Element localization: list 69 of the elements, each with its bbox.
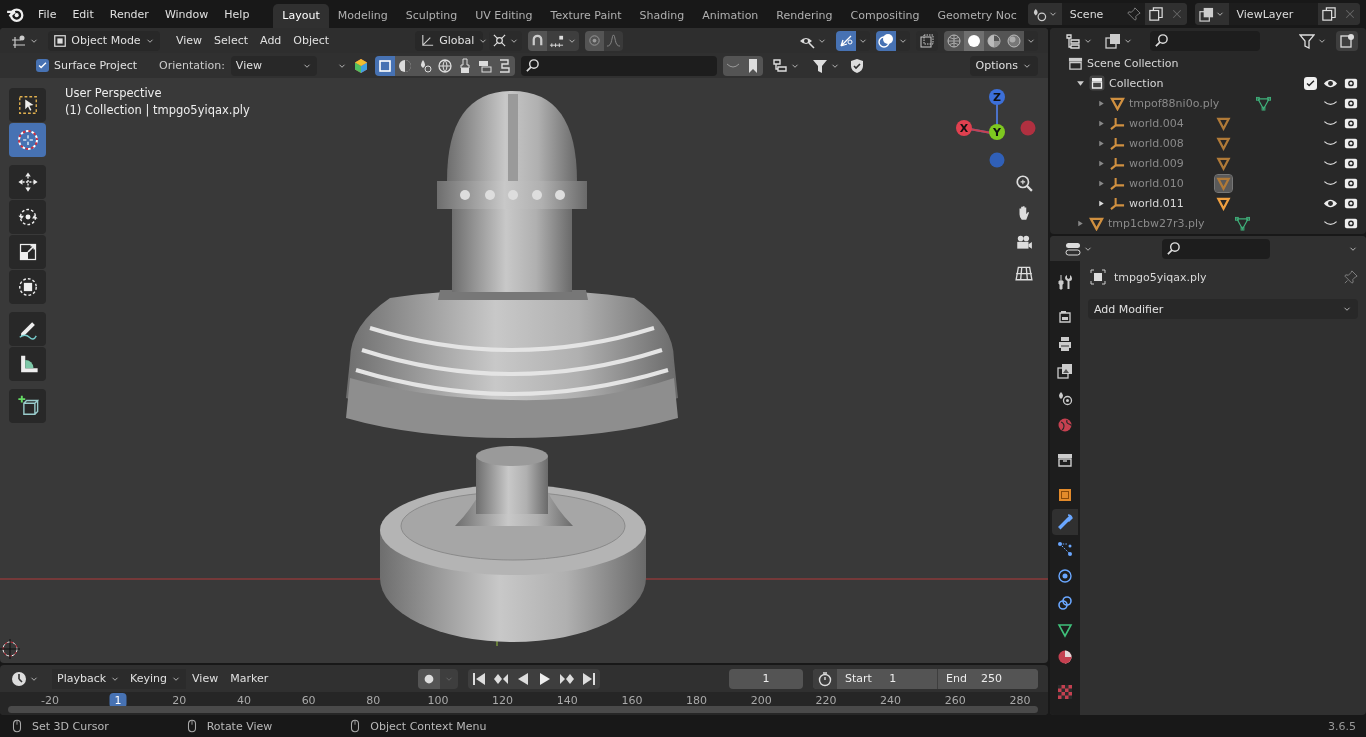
workspace-tab[interactable]: Texture Paint: [541, 4, 631, 28]
current-frame-field[interactable]: 1: [729, 668, 803, 689]
options-dropdown[interactable]: Options: [969, 55, 1038, 76]
axis-label: Y: [993, 126, 1001, 139]
menu-item[interactable]: View: [170, 34, 209, 47]
item-name[interactable]: world.009: [1129, 156, 1211, 170]
workspace-tab[interactable]: Sculpting: [396, 4, 467, 28]
axis-label: Z: [993, 91, 1001, 104]
menu-item[interactable]: Object: [287, 34, 336, 47]
workspace-tab[interactable]: UV Editing: [466, 4, 542, 28]
add-modifier-dropdown[interactable]: Add Modifier: [1088, 299, 1358, 319]
frame-label: 280: [1008, 693, 1032, 708]
menu-item[interactable]: Marker: [224, 668, 275, 689]
frame-label: 100: [426, 693, 450, 708]
menu-item[interactable]: Add: [254, 34, 288, 47]
frame-label: 220: [814, 693, 838, 708]
item-name[interactable]: world.011: [1129, 196, 1211, 210]
workspace-tab[interactable]: Animation: [693, 4, 768, 28]
frame-label: 160: [620, 693, 644, 708]
view-name: User Perspective: [65, 86, 163, 100]
frame-label: 200: [749, 693, 773, 708]
item-name[interactable]: world.010: [1129, 176, 1211, 190]
frame-label: -20: [40, 693, 60, 708]
menu-item[interactable]: Select: [208, 34, 255, 47]
axis-label: X: [959, 122, 969, 135]
menu-item[interactable]: View: [186, 668, 225, 689]
status-hint: Object Context Menu: [370, 719, 487, 733]
axis-gizmo[interactable]: Z X Y: [956, 89, 1036, 168]
orientation-dropdown[interactable]: View: [230, 55, 317, 76]
menu-item[interactable]: Edit: [64, 4, 102, 24]
frame-label: 240: [879, 693, 903, 708]
end-frame-field[interactable]: End 250: [937, 668, 1038, 689]
menu-dropdown[interactable]: Playback: [52, 668, 126, 689]
scene-field[interactable]: Scene: [1061, 3, 1123, 25]
workspace-tab[interactable]: Rendering: [767, 4, 842, 28]
frame-label: 60: [300, 693, 317, 708]
workspace-tab[interactable]: Modeling: [328, 4, 397, 28]
workspace-tab[interactable]: Layout: [273, 4, 329, 28]
version-label: 3.6.5: [1328, 719, 1356, 733]
menu-item[interactable]: Window: [156, 4, 217, 24]
context-label: (1) Collection | tmpgo5yiqax.ply: [65, 103, 250, 117]
menu-item[interactable]: Render: [101, 4, 157, 24]
frame-label: 140: [555, 693, 579, 708]
menu-dropdown[interactable]: Keying: [125, 668, 187, 689]
frame-label: 20: [171, 693, 188, 708]
view-layer-field[interactable]: ViewLayer: [1228, 3, 1318, 25]
frame-label: 40: [235, 693, 252, 708]
workspace-tab[interactable]: Shading: [630, 4, 694, 28]
status-hint: Rotate View: [206, 719, 273, 733]
menu-item[interactable]: File: [30, 4, 65, 24]
menu-item[interactable]: Help: [216, 4, 258, 24]
frame-label: 260: [943, 693, 967, 708]
orientation-label: Orientation:: [159, 59, 225, 72]
workspace-tab[interactable]: Compositing: [841, 4, 929, 28]
item-name[interactable]: world.008: [1129, 136, 1211, 150]
frame-label: 120: [491, 693, 515, 708]
object-name: tmpgo5yiqax.ply: [1114, 270, 1207, 284]
item-name[interactable]: tmp1cbw27r3.ply: [1108, 216, 1230, 230]
orientation-dropdown[interactable]: Global: [415, 30, 484, 51]
item-name[interactable]: Collection: [1109, 76, 1164, 90]
workspace-tab[interactable]: Geometry Noc: [928, 4, 1026, 28]
item-name[interactable]: tmpof88ni0o.ply: [1129, 96, 1251, 110]
mode-dropdown[interactable]: Object Mode: [48, 30, 160, 51]
surface-project-checkbox[interactable]: Surface Project: [36, 59, 138, 72]
item-name[interactable]: world.004: [1129, 116, 1211, 130]
item-name[interactable]: Scene Collection: [1087, 56, 1179, 70]
frame-label: 80: [365, 693, 382, 708]
status-hint: Set 3D Cursor: [32, 719, 109, 733]
frame-label: 180: [685, 693, 709, 708]
